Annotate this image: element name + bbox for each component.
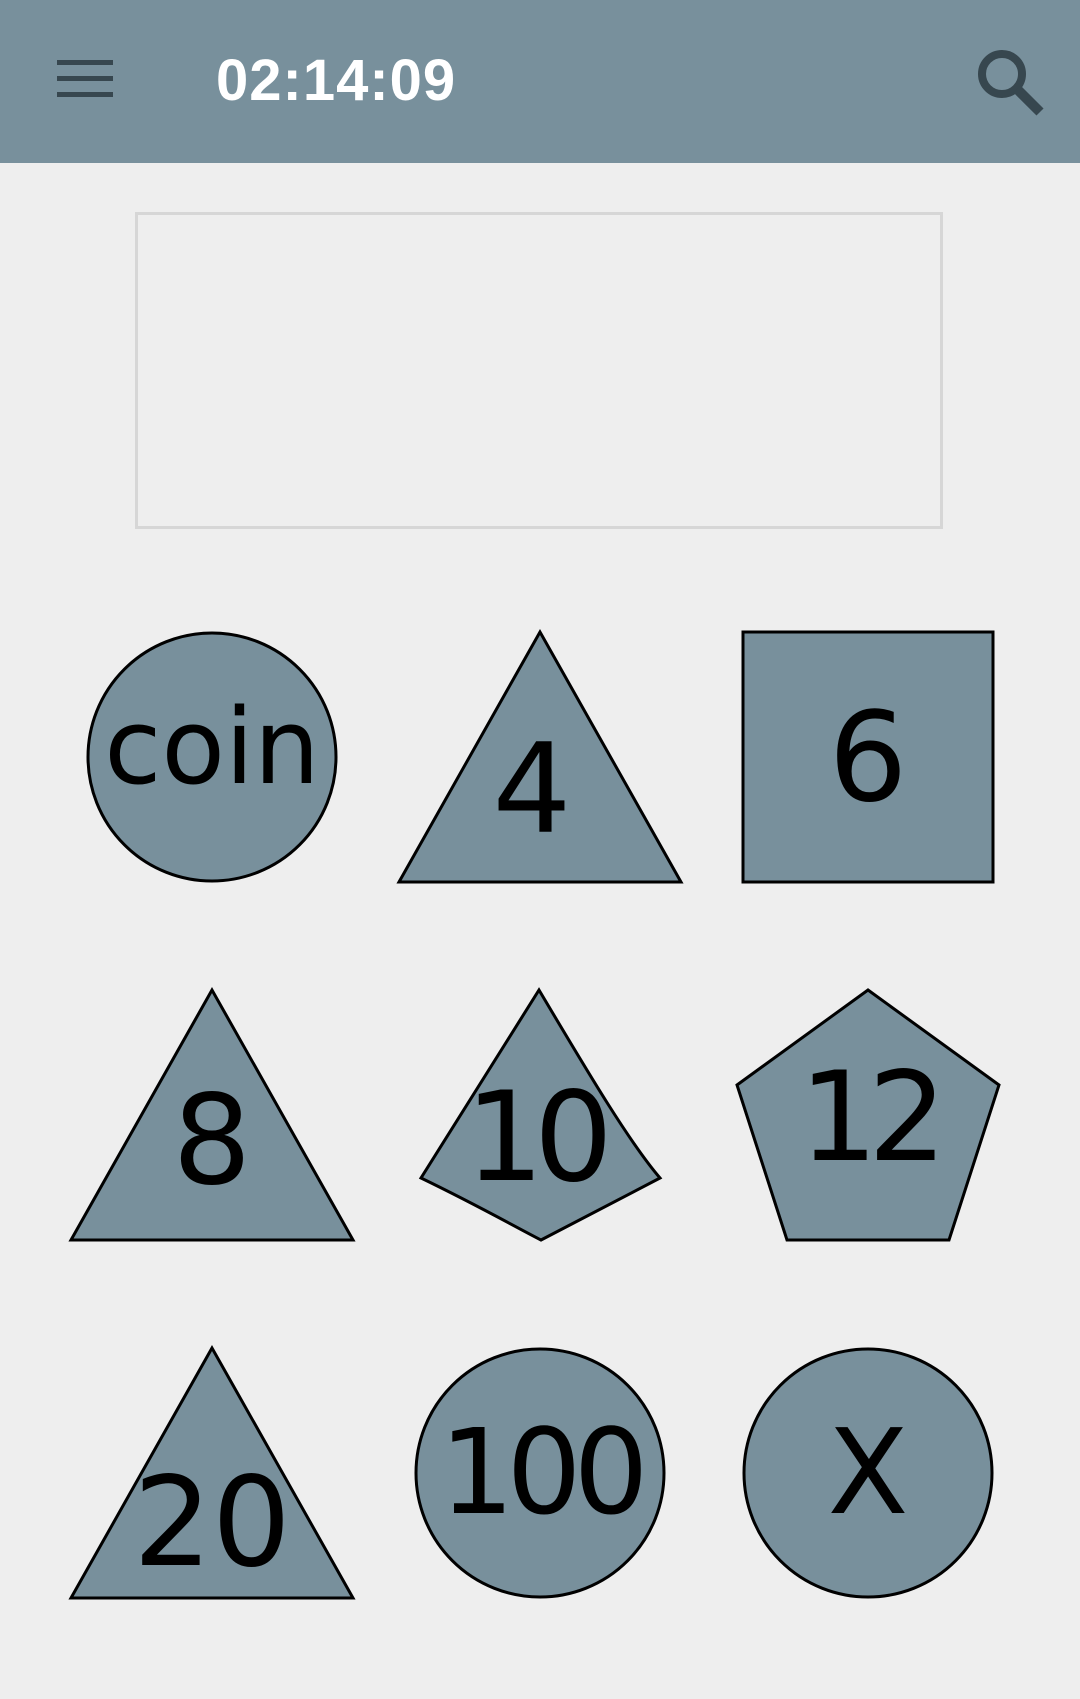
die-d100-button[interactable]: 100 (395, 1346, 685, 1606)
die-d12-button[interactable]: 12 (723, 988, 1013, 1248)
die-custom-button[interactable]: X (723, 1346, 1013, 1606)
search-button[interactable] (960, 34, 1060, 130)
die-d4-button[interactable]: 4 (395, 628, 685, 890)
search-icon (978, 50, 1044, 116)
app-toolbar: 02:14:09 (0, 0, 1080, 163)
die-d20-label: 20 (133, 1451, 291, 1595)
timer-title: 02:14:09 (216, 48, 457, 113)
die-d6-label: 6 (828, 686, 908, 830)
die-d20-button[interactable]: 20 (67, 1344, 357, 1606)
die-d6-button[interactable]: 6 (723, 630, 1013, 890)
menu-button[interactable] (40, 36, 132, 122)
die-coin-label: coin (104, 686, 320, 808)
roll-result-display (135, 212, 943, 529)
die-coin-button[interactable]: coin (67, 630, 357, 890)
die-d100-label: 100 (439, 1403, 648, 1541)
die-d10-button[interactable]: 10 (395, 987, 685, 1248)
die-d8-button[interactable]: 8 (67, 986, 357, 1248)
die-d12-label: 12 (799, 1046, 947, 1190)
die-d8-label: 8 (172, 1069, 252, 1213)
hamburger-menu-icon (57, 60, 113, 97)
die-custom-label: X (827, 1403, 909, 1541)
die-d10-label: 10 (465, 1066, 613, 1210)
die-d4-label: 4 (492, 718, 572, 862)
